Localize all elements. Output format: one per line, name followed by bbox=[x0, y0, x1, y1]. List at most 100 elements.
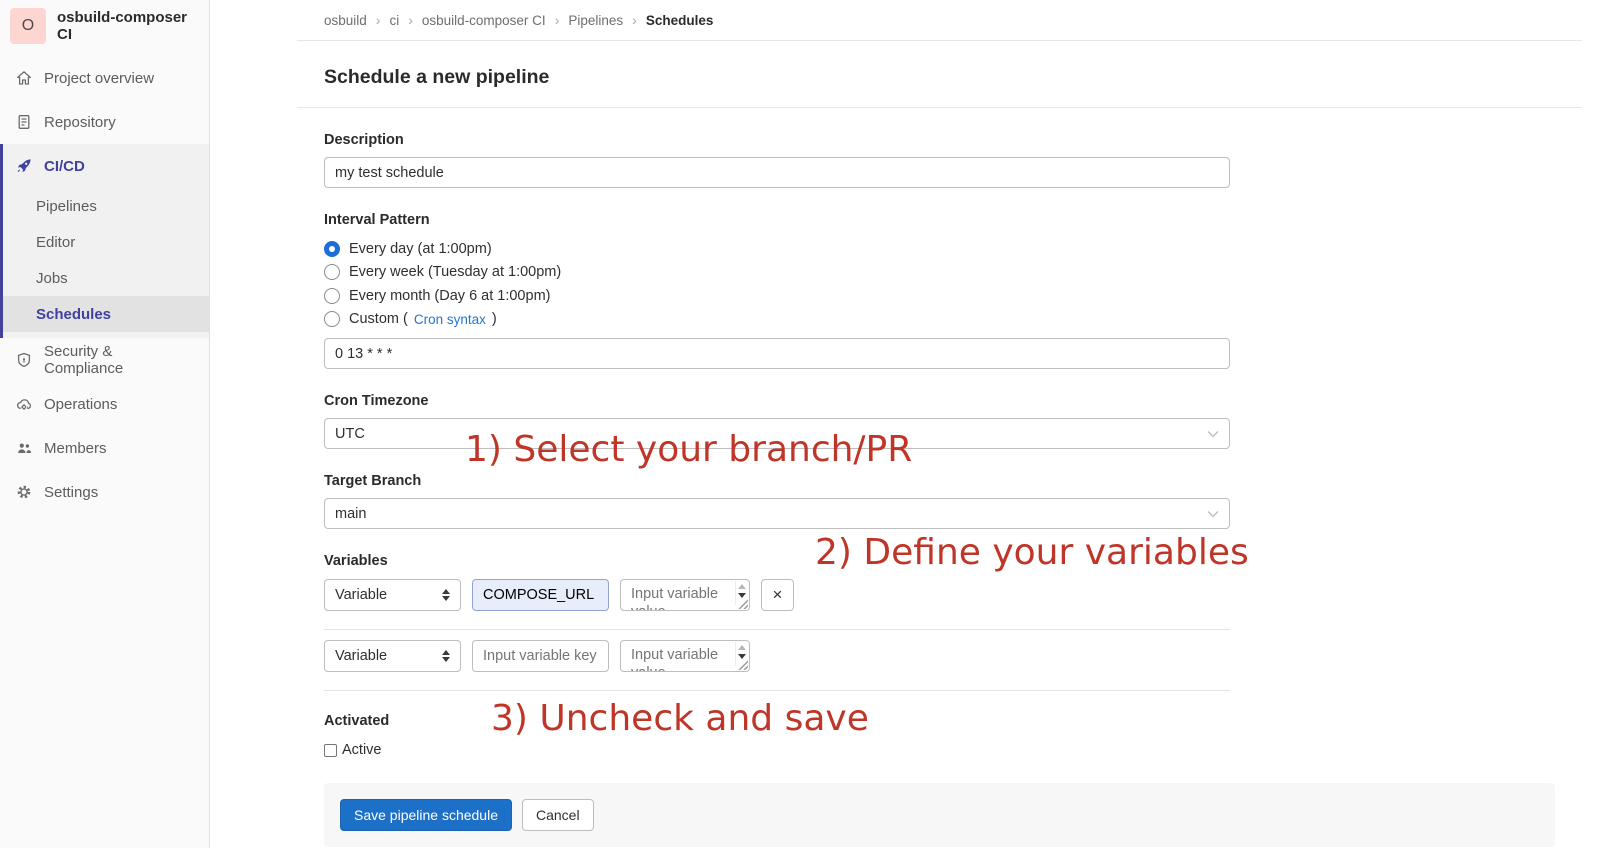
gear-icon bbox=[16, 484, 32, 500]
sidebar-item-settings[interactable]: Settings bbox=[0, 470, 209, 514]
breadcrumb-current: Schedules bbox=[646, 13, 714, 28]
variable-value-wrap bbox=[620, 579, 750, 611]
form-actions: Save pipeline schedule Cancel bbox=[324, 783, 1555, 847]
radio-custom[interactable] bbox=[324, 311, 340, 327]
sidebar-item-label: Project overview bbox=[44, 70, 154, 87]
variable-row: Variable bbox=[324, 640, 1555, 672]
project-avatar: O bbox=[10, 8, 46, 44]
target-branch-value: main bbox=[335, 506, 366, 522]
sidebar-item-jobs[interactable]: Jobs bbox=[3, 260, 209, 296]
variable-value-wrap bbox=[620, 640, 750, 672]
variable-type-value: Variable bbox=[335, 648, 387, 664]
people-icon bbox=[16, 440, 32, 456]
sidebar-item-label: Editor bbox=[36, 234, 75, 251]
chevron-down-icon bbox=[1207, 430, 1219, 438]
project-header[interactable]: O osbuild-composer CI bbox=[0, 0, 209, 52]
up-down-arrows-icon bbox=[442, 650, 450, 662]
radio-monthly[interactable] bbox=[324, 288, 340, 304]
sidebar-item-label: Pipelines bbox=[36, 198, 97, 215]
rocket-icon bbox=[16, 158, 32, 174]
sidebar-item-editor[interactable]: Editor bbox=[3, 224, 209, 260]
active-checkbox[interactable] bbox=[324, 744, 337, 757]
active-checkbox-label: Active bbox=[342, 742, 382, 758]
target-branch-select[interactable]: main bbox=[324, 498, 1230, 529]
cron-timezone-value: UTC bbox=[335, 426, 365, 442]
sidebar-item-cicd[interactable]: CI/CD bbox=[3, 144, 209, 188]
description-label: Description bbox=[324, 132, 1555, 148]
sidebar: O osbuild-composer CI Project overview R… bbox=[0, 0, 210, 848]
breadcrumb-separator: › bbox=[408, 12, 413, 28]
active-checkbox-row: Active bbox=[324, 742, 1555, 758]
main-area: osbuild › ci › osbuild-composer CI › Pip… bbox=[210, 0, 1609, 847]
scroll-down-icon bbox=[738, 593, 746, 598]
variable-key-input[interactable] bbox=[472, 640, 609, 672]
interval-option-custom: Custom ( Cron syntax ) bbox=[324, 308, 1555, 332]
cron-timezone-group: Cron Timezone UTC bbox=[324, 393, 1555, 449]
sidebar-nav: Project overview Repository CI/CD Pipeli… bbox=[0, 56, 209, 514]
sidebar-item-schedules[interactable]: Schedules bbox=[3, 296, 209, 332]
target-branch-group: Target Branch main bbox=[324, 473, 1555, 529]
document-icon bbox=[16, 114, 32, 130]
radio-weekly[interactable] bbox=[324, 264, 340, 280]
sidebar-section-cicd: CI/CD Pipelines Editor Jobs Schedules bbox=[0, 144, 209, 338]
sidebar-item-pipelines[interactable]: Pipelines bbox=[3, 188, 209, 224]
interval-pattern-group: Interval Pattern Every day (at 1:00pm) E… bbox=[324, 212, 1555, 369]
variable-value-textarea[interactable] bbox=[620, 579, 750, 611]
scroll-down-icon bbox=[738, 654, 746, 659]
breadcrumb-item[interactable]: osbuild-composer CI bbox=[422, 13, 546, 28]
radio-weekly-label: Every week (Tuesday at 1:00pm) bbox=[349, 264, 561, 280]
cron-pattern-input[interactable] bbox=[324, 338, 1230, 369]
sidebar-item-operations[interactable]: Operations bbox=[0, 382, 209, 426]
activated-label: Activated bbox=[324, 713, 1555, 729]
target-branch-label: Target Branch bbox=[324, 473, 1555, 489]
sidebar-item-label: Operations bbox=[44, 396, 117, 413]
sidebar-item-members[interactable]: Members bbox=[0, 426, 209, 470]
save-pipeline-schedule-button[interactable]: Save pipeline schedule bbox=[340, 799, 512, 831]
variable-type-select[interactable]: Variable bbox=[324, 640, 461, 672]
breadcrumb-item[interactable]: Pipelines bbox=[568, 13, 623, 28]
radio-daily[interactable] bbox=[324, 241, 340, 257]
shield-icon bbox=[16, 352, 32, 368]
sidebar-item-project-overview[interactable]: Project overview bbox=[0, 56, 209, 100]
breadcrumb-separator: › bbox=[632, 12, 637, 28]
sidebar-item-label: Members bbox=[44, 440, 107, 457]
sidebar-item-repository[interactable]: Repository bbox=[0, 100, 209, 144]
sidebar-item-label: Schedules bbox=[36, 306, 111, 323]
activated-group: Activated Active bbox=[324, 713, 1555, 758]
up-down-arrows-icon bbox=[442, 589, 450, 601]
breadcrumb-separator: › bbox=[376, 12, 381, 28]
breadcrumb: osbuild › ci › osbuild-composer CI › Pip… bbox=[297, 0, 1582, 41]
cancel-button[interactable]: Cancel bbox=[522, 799, 594, 831]
variable-key-input[interactable] bbox=[472, 579, 609, 611]
variables-group: Variables Variable bbox=[324, 553, 1555, 691]
sidebar-item-label: Repository bbox=[44, 114, 116, 131]
variable-type-select[interactable]: Variable bbox=[324, 579, 461, 611]
breadcrumb-item[interactable]: ci bbox=[389, 13, 399, 28]
breadcrumb-separator: › bbox=[555, 12, 560, 28]
interval-option-daily: Every day (at 1:00pm) bbox=[324, 237, 1555, 261]
page-title: Schedule a new pipeline bbox=[324, 41, 1555, 107]
cron-syntax-link[interactable]: Cron syntax bbox=[414, 312, 486, 327]
description-group: Description bbox=[324, 132, 1555, 188]
variable-value-textarea[interactable] bbox=[620, 640, 750, 672]
breadcrumb-item[interactable]: osbuild bbox=[324, 13, 367, 28]
sidebar-item-label: Settings bbox=[44, 484, 98, 501]
variable-row: Variable × bbox=[324, 579, 1555, 611]
divider bbox=[324, 629, 1230, 630]
radio-custom-label-suffix: ) bbox=[492, 311, 497, 327]
sidebar-item-label: Security & Compliance bbox=[44, 343, 193, 377]
interval-option-weekly: Every week (Tuesday at 1:00pm) bbox=[324, 261, 1555, 285]
cron-timezone-select[interactable]: UTC bbox=[324, 418, 1230, 449]
scroll-up-icon bbox=[738, 645, 746, 650]
remove-variable-button[interactable]: × bbox=[761, 579, 794, 611]
variable-type-value: Variable bbox=[335, 587, 387, 603]
description-input[interactable] bbox=[324, 157, 1230, 188]
scroll-up-icon bbox=[738, 584, 746, 589]
radio-monthly-label: Every month (Day 6 at 1:00pm) bbox=[349, 288, 550, 304]
sidebar-item-security-compliance[interactable]: Security & Compliance bbox=[0, 338, 209, 382]
interval-pattern-label: Interval Pattern bbox=[324, 212, 1555, 228]
variables-label: Variables bbox=[324, 553, 1555, 569]
radio-custom-label: Custom ( bbox=[349, 311, 408, 327]
divider bbox=[324, 690, 1230, 691]
radio-daily-label: Every day (at 1:00pm) bbox=[349, 241, 492, 257]
